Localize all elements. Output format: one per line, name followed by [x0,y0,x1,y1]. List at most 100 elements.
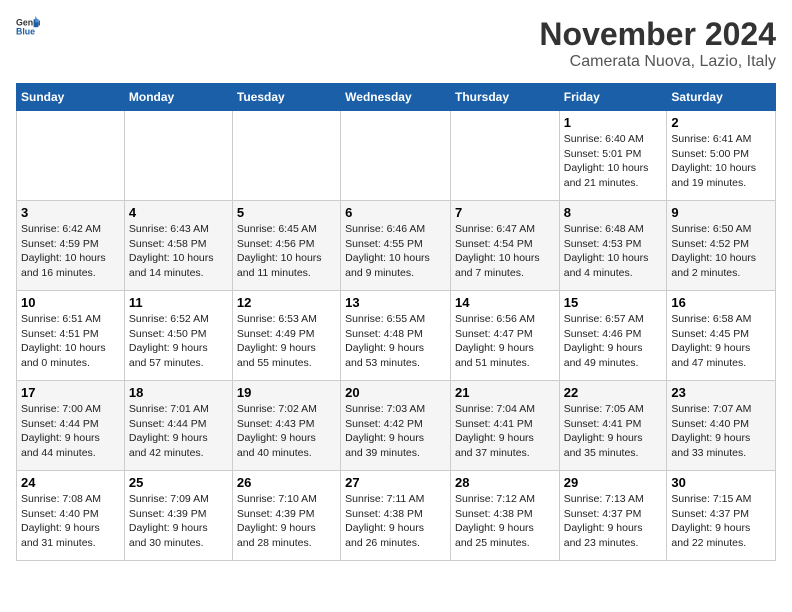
calendar-cell: 4 Sunrise: 6:43 AM Sunset: 4:58 PM Daylig… [124,201,232,291]
calendar-cell: 22Sunrise: 7:05 AM Sunset: 4:41 PM Dayli… [559,381,667,471]
day-info: Sunrise: 7:12 AM Sunset: 4:38 PM Dayligh… [455,492,555,551]
day-number: 15 [564,295,663,310]
calendar-cell: 28 Sunrise: 7:12 AM Sunset: 4:38 PM Dayli… [450,471,559,561]
day-info: Sunrise: 7:08 AM Sunset: 4:40 PM Dayligh… [21,492,120,551]
day-number: 11 [129,295,228,310]
calendar-cell: 16Sunrise: 6:58 AM Sunset: 4:45 PM Dayli… [667,291,776,381]
day-number: 14 [455,295,555,310]
calendar-cell: 24 Sunrise: 7:08 AM Sunset: 4:40 PM Dayli… [17,471,125,561]
weekday-header-saturday: Saturday [667,84,776,111]
calendar-cell: 17Sunrise: 7:00 AM Sunset: 4:44 PM Dayli… [17,381,125,471]
calendar-cell: 26 Sunrise: 7:10 AM Sunset: 4:39 PM Dayli… [232,471,340,561]
calendar-cell: 18 Sunrise: 7:01 AM Sunset: 4:44 PM Dayli… [124,381,232,471]
day-number: 30 [671,475,771,490]
day-info: Sunrise: 6:58 AM Sunset: 4:45 PM Dayligh… [671,312,771,371]
day-number: 28 [455,475,555,490]
calendar-cell: 14 Sunrise: 6:56 AM Sunset: 4:47 PM Dayli… [450,291,559,381]
day-number: 24 [21,475,120,490]
calendar-cell: 20 Sunrise: 7:03 AM Sunset: 4:42 PM Dayli… [341,381,451,471]
calendar-cell: 9Sunrise: 6:50 AM Sunset: 4:52 PM Daylig… [667,201,776,291]
day-info: Sunrise: 6:48 AM Sunset: 4:53 PM Dayligh… [564,222,663,281]
day-number: 23 [671,385,771,400]
day-number: 21 [455,385,555,400]
calendar-cell: 5 Sunrise: 6:45 AM Sunset: 4:56 PM Daylig… [232,201,340,291]
weekday-header-tuesday: Tuesday [232,84,340,111]
day-info: Sunrise: 6:43 AM Sunset: 4:58 PM Dayligh… [129,222,228,281]
day-number: 7 [455,205,555,220]
calendar-cell: 27Sunrise: 7:11 AM Sunset: 4:38 PM Dayli… [341,471,451,561]
weekday-row: SundayMondayTuesdayWednesdayThursdayFrid… [17,84,776,111]
day-number: 1 [564,115,663,130]
day-info: Sunrise: 6:55 AM Sunset: 4:48 PM Dayligh… [345,312,446,371]
calendar-cell [17,111,125,201]
logo: General Blue [16,16,40,36]
weekday-header-monday: Monday [124,84,232,111]
calendar-cell: 15Sunrise: 6:57 AM Sunset: 4:46 PM Dayli… [559,291,667,381]
calendar-table: SundayMondayTuesdayWednesdayThursdayFrid… [16,83,776,561]
day-info: Sunrise: 7:05 AM Sunset: 4:41 PM Dayligh… [564,402,663,461]
calendar-cell: 25 Sunrise: 7:09 AM Sunset: 4:39 PM Dayli… [124,471,232,561]
day-info: Sunrise: 6:53 AM Sunset: 4:49 PM Dayligh… [237,312,336,371]
calendar-cell: 2 Sunrise: 6:41 AM Sunset: 5:00 PM Daylig… [667,111,776,201]
day-info: Sunrise: 7:10 AM Sunset: 4:39 PM Dayligh… [237,492,336,551]
day-info: Sunrise: 7:02 AM Sunset: 4:43 PM Dayligh… [237,402,336,461]
calendar-cell: 7 Sunrise: 6:47 AM Sunset: 4:54 PM Daylig… [450,201,559,291]
day-info: Sunrise: 7:01 AM Sunset: 4:44 PM Dayligh… [129,402,228,461]
calendar-cell: 13 Sunrise: 6:55 AM Sunset: 4:48 PM Dayli… [341,291,451,381]
calendar-cell [124,111,232,201]
day-info: Sunrise: 6:41 AM Sunset: 5:00 PM Dayligh… [671,132,771,191]
calendar-cell: 30Sunrise: 7:15 AM Sunset: 4:37 PM Dayli… [667,471,776,561]
day-number: 19 [237,385,336,400]
weekday-header-sunday: Sunday [17,84,125,111]
day-number: 3 [21,205,120,220]
calendar-cell: 10 Sunrise: 6:51 AM Sunset: 4:51 PM Dayli… [17,291,125,381]
day-number: 4 [129,205,228,220]
day-number: 17 [21,385,120,400]
day-info: Sunrise: 7:09 AM Sunset: 4:39 PM Dayligh… [129,492,228,551]
day-info: Sunrise: 7:04 AM Sunset: 4:41 PM Dayligh… [455,402,555,461]
weekday-header-wednesday: Wednesday [341,84,451,111]
day-info: Sunrise: 6:56 AM Sunset: 4:47 PM Dayligh… [455,312,555,371]
calendar-cell: 29 Sunrise: 7:13 AM Sunset: 4:37 PM Dayli… [559,471,667,561]
day-info: Sunrise: 6:51 AM Sunset: 4:51 PM Dayligh… [21,312,120,371]
week-row-2: 3Sunrise: 6:42 AM Sunset: 4:59 PM Daylig… [17,201,776,291]
calendar-cell [341,111,451,201]
day-number: 8 [564,205,663,220]
day-number: 13 [345,295,446,310]
day-number: 26 [237,475,336,490]
location-title: Camerata Nuova, Lazio, Italy [539,53,776,71]
day-info: Sunrise: 7:13 AM Sunset: 4:37 PM Dayligh… [564,492,663,551]
calendar-body: 1 Sunrise: 6:40 AM Sunset: 5:01 PM Daylig… [17,111,776,561]
day-info: Sunrise: 6:40 AM Sunset: 5:01 PM Dayligh… [564,132,663,191]
day-info: Sunrise: 7:03 AM Sunset: 4:42 PM Dayligh… [345,402,446,461]
day-number: 29 [564,475,663,490]
page-header: General Blue November 2024 Camerata Nuov… [16,16,776,71]
weekday-header-thursday: Thursday [450,84,559,111]
day-info: Sunrise: 6:47 AM Sunset: 4:54 PM Dayligh… [455,222,555,281]
weekday-header-friday: Friday [559,84,667,111]
calendar-cell [232,111,340,201]
calendar-header: SundayMondayTuesdayWednesdayThursdayFrid… [17,84,776,111]
day-info: Sunrise: 6:52 AM Sunset: 4:50 PM Dayligh… [129,312,228,371]
day-number: 18 [129,385,228,400]
day-number: 10 [21,295,120,310]
day-number: 25 [129,475,228,490]
calendar-cell: 21 Sunrise: 7:04 AM Sunset: 4:41 PM Dayli… [450,381,559,471]
day-number: 12 [237,295,336,310]
calendar-cell: 12 Sunrise: 6:53 AM Sunset: 4:49 PM Dayli… [232,291,340,381]
calendar-cell: 1 Sunrise: 6:40 AM Sunset: 5:01 PM Daylig… [559,111,667,201]
day-number: 2 [671,115,771,130]
calendar-cell: 23 Sunrise: 7:07 AM Sunset: 4:40 PM Dayli… [667,381,776,471]
day-number: 5 [237,205,336,220]
day-info: Sunrise: 6:45 AM Sunset: 4:56 PM Dayligh… [237,222,336,281]
week-row-4: 17Sunrise: 7:00 AM Sunset: 4:44 PM Dayli… [17,381,776,471]
day-info: Sunrise: 7:07 AM Sunset: 4:40 PM Dayligh… [671,402,771,461]
calendar-cell: 8 Sunrise: 6:48 AM Sunset: 4:53 PM Daylig… [559,201,667,291]
calendar-cell: 6 Sunrise: 6:46 AM Sunset: 4:55 PM Daylig… [341,201,451,291]
day-number: 20 [345,385,446,400]
calendar-cell: 19 Sunrise: 7:02 AM Sunset: 4:43 PM Dayli… [232,381,340,471]
calendar-cell: 3Sunrise: 6:42 AM Sunset: 4:59 PM Daylig… [17,201,125,291]
day-number: 6 [345,205,446,220]
day-info: Sunrise: 6:46 AM Sunset: 4:55 PM Dayligh… [345,222,446,281]
day-number: 9 [671,205,771,220]
